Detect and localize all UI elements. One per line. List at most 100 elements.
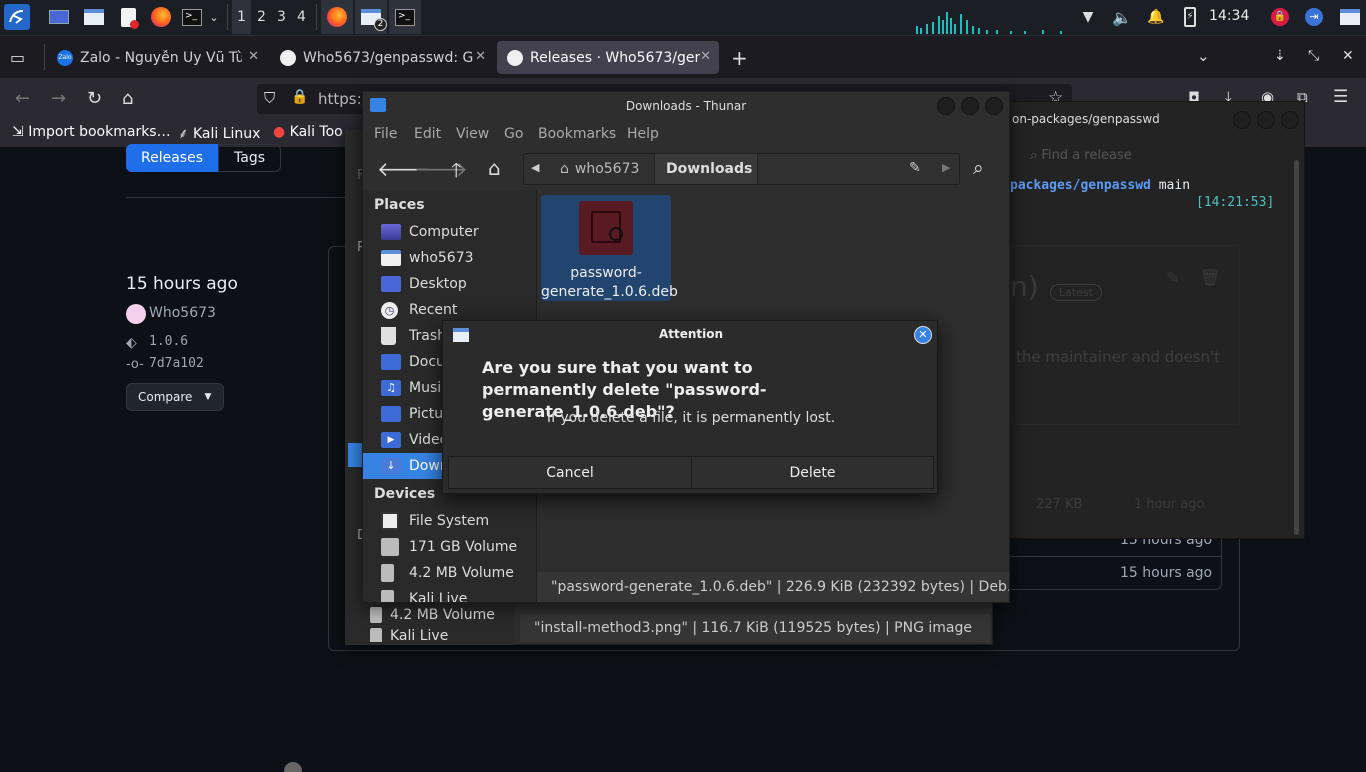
maximize-button[interactable] — [961, 97, 979, 115]
terminal-icon[interactable]: >_ — [180, 4, 204, 30]
menu-view[interactable]: View — [456, 126, 489, 142]
drive-icon — [381, 512, 399, 530]
close-icon[interactable]: ✕ — [475, 49, 486, 64]
minimize-icon[interactable]: ⇣ — [1274, 48, 1286, 64]
menu-bookmarks[interactable]: Bookmarks — [538, 126, 616, 142]
close-button[interactable] — [1281, 111, 1299, 129]
sidebar-item-kali-live[interactable]: Kali Live — [363, 586, 533, 602]
dialog-message: If you delete a file, it is permanently … — [546, 410, 836, 426]
path-scroll-right-icon[interactable]: ▶ — [942, 161, 950, 174]
menu-file[interactable]: File — [374, 126, 397, 142]
volume-icon[interactable]: 🔈 — [1112, 4, 1132, 30]
compare-button[interactable]: Compare ▼ — [126, 383, 224, 411]
releases-tab[interactable]: Releases — [126, 144, 218, 172]
music-folder-icon: ♫ — [381, 380, 401, 396]
statusbar: "password-generate_1.0.6.deb" | 226.9 Ki… — [537, 572, 1009, 602]
firefox-task-icon[interactable] — [321, 0, 353, 34]
close-window-icon[interactable]: ✕ — [1342, 48, 1354, 64]
sidebar-item-filesystem[interactable]: File System — [363, 508, 533, 534]
sidebar-item-label: Kali Live — [409, 591, 468, 602]
sidebar-item-computer[interactable]: Computer — [363, 219, 533, 245]
home-small-icon: ⌂ — [560, 161, 569, 177]
wifi-icon[interactable]: ▼ — [1078, 4, 1098, 30]
reload-icon[interactable]: ↻ — [87, 88, 102, 109]
back-device-4mb[interactable]: 4.2 MB Volume — [352, 602, 522, 628]
thunar-task-icon[interactable]: 2 — [355, 0, 387, 34]
search-icon[interactable]: ⌕ — [973, 157, 984, 179]
path-segment-home[interactable]: ⌂ who5673 — [550, 154, 655, 184]
author-link[interactable]: Who5673 — [149, 305, 216, 321]
tab-zalo[interactable]: Zalo Zalo - Nguyễn Uy Vũ Tùng ✕ — [47, 41, 267, 74]
edit-path-icon[interactable]: ✎ — [909, 160, 921, 176]
lock-icon[interactable]: 🔒 — [291, 89, 308, 105]
menu-go[interactable]: Go — [504, 126, 523, 142]
delete-button[interactable]: Delete — [691, 456, 934, 489]
sidebar-item-desktop[interactable]: Desktop — [363, 271, 533, 297]
firefox-icon[interactable] — [149, 4, 173, 30]
workspace-4[interactable]: 4 — [292, 0, 311, 34]
avatar[interactable] — [126, 304, 146, 324]
desktop-folder-icon[interactable] — [1338, 4, 1362, 30]
bookmark-import[interactable]: ⇲ Import bookmarks… — [12, 124, 171, 140]
divider — [126, 197, 346, 198]
tab-releases[interactable]: Releases · Who5673/genp ✕ — [497, 41, 719, 74]
path-segment-downloads[interactable]: Downloads — [655, 154, 758, 184]
drive-icon — [381, 538, 399, 556]
maximize-button[interactable] — [1257, 111, 1275, 129]
sidebar-item-171gb[interactable]: 171 GB Volume — [363, 534, 533, 560]
tag-link[interactable]: 1.0.6 — [149, 334, 188, 349]
kali-menu-icon[interactable] — [4, 4, 30, 30]
lock-screen-icon[interactable]: 🔒 — [1270, 4, 1290, 30]
cancel-button[interactable]: Cancel — [448, 456, 692, 489]
sidebar-item-4mb[interactable]: 4.2 MB Volume — [363, 560, 533, 586]
clock[interactable]: 14:34 — [1209, 8, 1249, 24]
back-icon[interactable]: ← — [15, 88, 30, 109]
path-text: packages/genpasswd — [1010, 178, 1151, 193]
menu-help[interactable]: Help — [627, 126, 659, 142]
commit-link[interactable]: 7d7a102 — [149, 356, 204, 371]
file-manager-icon[interactable] — [82, 4, 106, 30]
close-button[interactable] — [985, 97, 1003, 115]
close-icon[interactable]: ✕ — [914, 326, 932, 344]
forward-icon[interactable]: → — [51, 88, 66, 109]
text-editor-icon[interactable] — [116, 4, 140, 30]
show-desktop-icon[interactable] — [47, 4, 71, 30]
notification-bell-icon[interactable]: 🔔 — [1146, 4, 1166, 30]
list-tabs-icon[interactable]: ⌄ — [1197, 47, 1210, 65]
parent-folder-icon[interactable]: 🡑 — [451, 156, 461, 190]
workspace-2[interactable]: 2 — [252, 0, 271, 34]
logout-icon[interactable]: ⇥ — [1304, 4, 1324, 30]
path-scroll-left-icon[interactable]: ◀ — [531, 161, 539, 174]
sidebar-item-home[interactable]: who5673 — [363, 245, 533, 271]
terminal-scrollbar[interactable] — [1294, 160, 1299, 535]
tags-tab[interactable]: Tags — [218, 144, 281, 172]
tab-genpasswd-repo[interactable]: Who5673/genpasswd: Ge ✕ — [270, 41, 494, 74]
sidebar-item-label: Trash — [409, 328, 446, 344]
minimize-button[interactable] — [937, 97, 955, 115]
bookmark-kali-tools[interactable]: ● Kali Too — [273, 124, 353, 140]
chevron-down-icon[interactable]: ⌄ — [205, 4, 223, 30]
back-statusbar: "install-method3.png" | 116.7 KiB (11952… — [520, 614, 990, 642]
places-header: Places — [374, 197, 425, 213]
minimize-button[interactable] — [1233, 111, 1251, 129]
file-item-deb[interactable]: password- generate_1.0.6.deb — [541, 195, 678, 301]
back-device-kali-live[interactable]: Kali Live — [352, 628, 522, 642]
bookmark-kali-linux[interactable]: ⸙ Kali Linux — [178, 124, 260, 143]
find-release-input[interactable]: ⌕ Find a release — [1030, 148, 1132, 163]
home-icon[interactable]: ⌂ — [488, 156, 501, 180]
new-tab-button[interactable]: + — [731, 46, 748, 70]
workspace-3[interactable]: 3 — [272, 0, 291, 34]
workspace-1[interactable]: 1 — [232, 0, 251, 34]
menu-edit[interactable]: Edit — [414, 126, 441, 142]
tab-overview-icon[interactable]: ▭ — [10, 48, 25, 67]
sidebar-item-label: Computer — [409, 224, 479, 240]
close-icon[interactable]: ✕ — [700, 49, 711, 64]
shield-icon[interactable]: ⛉ — [264, 89, 275, 107]
bookmark-label: Import bookmarks… — [28, 124, 171, 140]
menu-icon[interactable]: ☰ — [1333, 87, 1348, 107]
close-icon[interactable]: ✕ — [248, 49, 259, 64]
home-icon[interactable]: ⌂ — [122, 88, 133, 109]
battery-icon[interactable]: ⚡ — [1180, 4, 1200, 30]
terminal-task-icon[interactable]: >_ — [389, 0, 421, 34]
restore-icon[interactable]: ⤡ — [1308, 48, 1319, 64]
